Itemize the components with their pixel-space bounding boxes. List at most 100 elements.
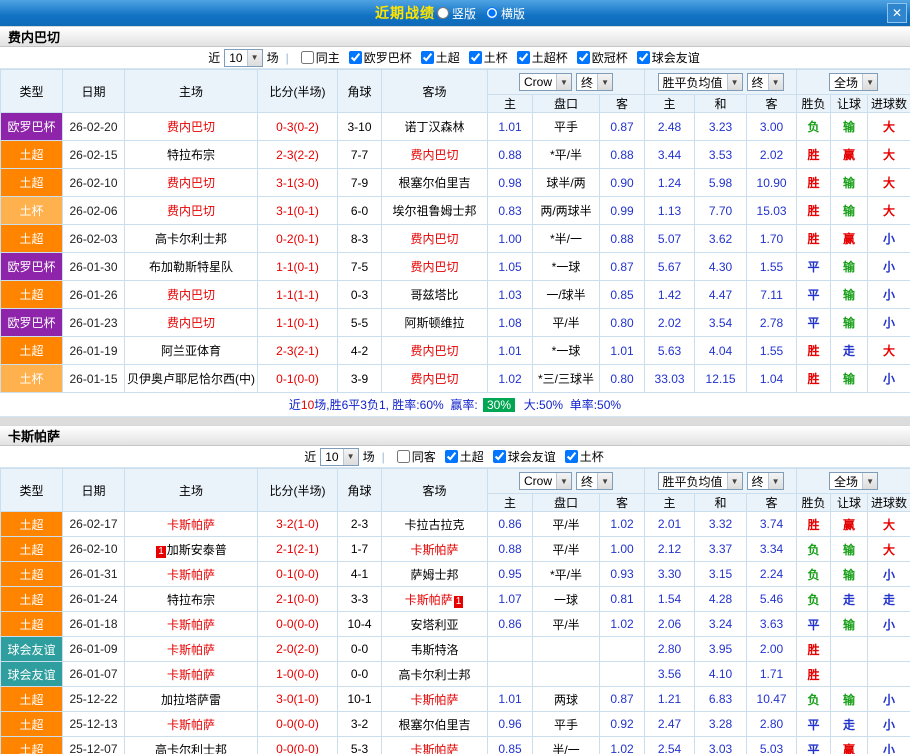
match-date-cell: 26-01-30 <box>62 252 125 281</box>
result-cell: 平 <box>796 308 832 337</box>
league-filter-label: 土超杯 <box>531 51 568 65</box>
close-button[interactable]: ✕ <box>887 3 907 23</box>
away-team-cell: 费内巴切 <box>381 336 488 365</box>
league-filter-option[interactable]: 土超 <box>418 49 460 66</box>
avg-draw-odds-cell: 3.62 <box>694 224 748 253</box>
odds-company-select[interactable]: Crow <box>519 472 573 490</box>
subcol-goals-result: 进球数 <box>867 493 910 512</box>
league-filter-option[interactable]: 土超杯 <box>514 49 568 66</box>
avg-odds-select[interactable]: 胜平负均值 <box>657 73 743 91</box>
league-filter-checkbox[interactable] <box>492 450 506 463</box>
league-filter-option[interactable]: 土杯 <box>466 49 508 66</box>
home-team-cell: 布加勒斯特星队 <box>124 252 258 281</box>
away-team-name: 韦斯特洛 <box>410 642 459 657</box>
goals-result-cell: 小 <box>867 611 910 637</box>
league-filter-option[interactable]: 欧冠杯 <box>574 49 628 66</box>
goals-result-cell: 小 <box>867 561 910 587</box>
match-row: 土超 25-12-07 高卡尔利士邦 0-0(0-0) 5-3 卡斯帕萨 0.8… <box>0 736 910 754</box>
league-filter-checkbox[interactable] <box>564 450 578 463</box>
avg-draw-odds-cell: 3.15 <box>694 561 748 587</box>
league-filter-checkbox[interactable] <box>420 51 434 64</box>
home-team-cell: 费内巴切 <box>124 112 258 141</box>
league-filter-option[interactable]: 同主 <box>298 49 340 66</box>
avg-away-odds-cell: 10.47 <box>746 686 798 712</box>
layout-horizontal-option[interactable]: 横版 <box>486 5 525 22</box>
score-cell: 3-1(3-0) <box>257 168 338 197</box>
vertical-radio[interactable] <box>436 7 449 19</box>
match-row: 土超 26-02-10 费内巴切 3-1(3-0) 7-9 根塞尔伯里吉 0.9… <box>0 168 910 197</box>
score-cell: 1-0(0-0) <box>257 661 338 687</box>
corner-cell: 2-3 <box>337 511 382 537</box>
away-odds-cell: 0.87 <box>598 112 646 141</box>
avg-draw-odds-cell: 3.23 <box>694 112 748 141</box>
scope-header-cell: 全场 <box>796 69 910 95</box>
league-filter-option[interactable]: 同客 <box>394 448 436 465</box>
home-team-name: 布加勒斯特星队 <box>148 260 233 274</box>
handicap-result-cell: 输 <box>830 536 869 562</box>
avg-home-odds-cell: 5.67 <box>644 252 696 281</box>
avg-stage-value: 终 <box>751 474 764 489</box>
avg-home-odds-cell: 1.42 <box>644 280 696 309</box>
league-type-cell: 土超 <box>0 586 63 612</box>
corner-cell: 4-1 <box>337 561 382 587</box>
league-filter-option[interactable]: 球会友谊 <box>490 448 556 465</box>
odds-company-select[interactable]: Crow <box>519 73 573 91</box>
match-row: 土杯 26-02-06 费内巴切 3-1(0-1) 6-0 埃尔祖鲁姆士邦 0.… <box>0 196 910 225</box>
corner-cell: 8-3 <box>337 224 382 253</box>
league-filter-option[interactable]: 欧罗巴杯 <box>346 49 412 66</box>
avg-stage-select[interactable]: 终 <box>746 472 784 490</box>
corner-cell: 3-10 <box>337 112 382 141</box>
layout-vertical-option[interactable]: 竖版 <box>436 5 476 22</box>
goals-result-cell: 小 <box>867 308 910 337</box>
avg-away-odds-cell: 3.34 <box>746 536 798 562</box>
avg-odds-value: 胜平负均值 <box>662 75 723 90</box>
away-team-name: 诺丁汉森林 <box>404 120 465 134</box>
away-team-name: 萨姆士邦 <box>410 567 459 582</box>
corner-cell: 3-2 <box>337 711 382 737</box>
odds-stage-select[interactable]: 终 <box>576 472 614 490</box>
league-filter-option[interactable]: 球会友谊 <box>634 49 700 66</box>
away-odds-cell: 0.80 <box>598 308 646 337</box>
avg-draw-odds-cell: 3.24 <box>694 611 748 637</box>
league-filter-checkbox[interactable] <box>468 51 482 64</box>
home-odds-cell: 1.01 <box>487 112 533 141</box>
score-cell: 3-1(0-1) <box>257 196 338 225</box>
goals-result-cell: 小 <box>867 711 910 737</box>
avg-stage-select[interactable]: 终 <box>746 73 784 91</box>
away-team-name: 费内巴切 <box>410 232 459 246</box>
handicap-result-cell: 输 <box>830 252 869 281</box>
section-fenerbahce: 费内巴切 近 10 场 | 同主 欧罗巴杯 <box>0 26 910 417</box>
summary-part: 场,胜6平3负1, 胜率:60% <box>314 398 451 412</box>
goals-result-cell <box>867 661 910 687</box>
league-filter-checkbox[interactable] <box>576 51 590 64</box>
scope-select[interactable]: 全场 <box>829 73 879 91</box>
goals-result-cell: 小 <box>867 280 910 309</box>
corner-cell: 1-7 <box>337 536 382 562</box>
horizontal-radio[interactable] <box>486 7 498 19</box>
team-name: 卡斯帕萨 <box>8 429 61 444</box>
league-filter-checkbox[interactable] <box>516 51 530 64</box>
league-filter-checkbox[interactable] <box>444 450 458 463</box>
league-filter-option[interactable]: 土超 <box>442 448 484 465</box>
avg-odds-select[interactable]: 胜平负均值 <box>657 472 743 490</box>
goals-result-cell: 小 <box>867 252 910 281</box>
league-filter-checkbox[interactable] <box>300 51 314 64</box>
league-filter-checkbox[interactable] <box>636 51 650 64</box>
league-filter-option[interactable]: 土杯 <box>562 448 604 465</box>
odds-stage-select[interactable]: 终 <box>576 73 614 91</box>
avg-away-odds-cell: 10.90 <box>746 168 798 197</box>
league-filter-checkbox[interactable] <box>348 51 362 64</box>
scope-select[interactable]: 全场 <box>829 472 879 490</box>
away-team-cell: 费内巴切 <box>381 224 488 253</box>
league-filter-checkbox[interactable] <box>396 450 410 463</box>
match-count-select[interactable]: 10 <box>320 447 359 466</box>
chevron-down-icon <box>342 448 358 465</box>
handicap-cell: 平/半 <box>532 308 600 337</box>
away-team-cell: 卡斯帕萨 1 <box>381 586 488 612</box>
corner-cell: 3-3 <box>337 586 382 612</box>
league-type-cell: 土超 <box>0 536 63 562</box>
score-cell: 0-0(0-0) <box>257 611 338 637</box>
result-cell: 负 <box>796 112 832 141</box>
avg-draw-odds-cell: 4.28 <box>694 586 748 612</box>
match-count-select[interactable]: 10 <box>224 48 263 67</box>
